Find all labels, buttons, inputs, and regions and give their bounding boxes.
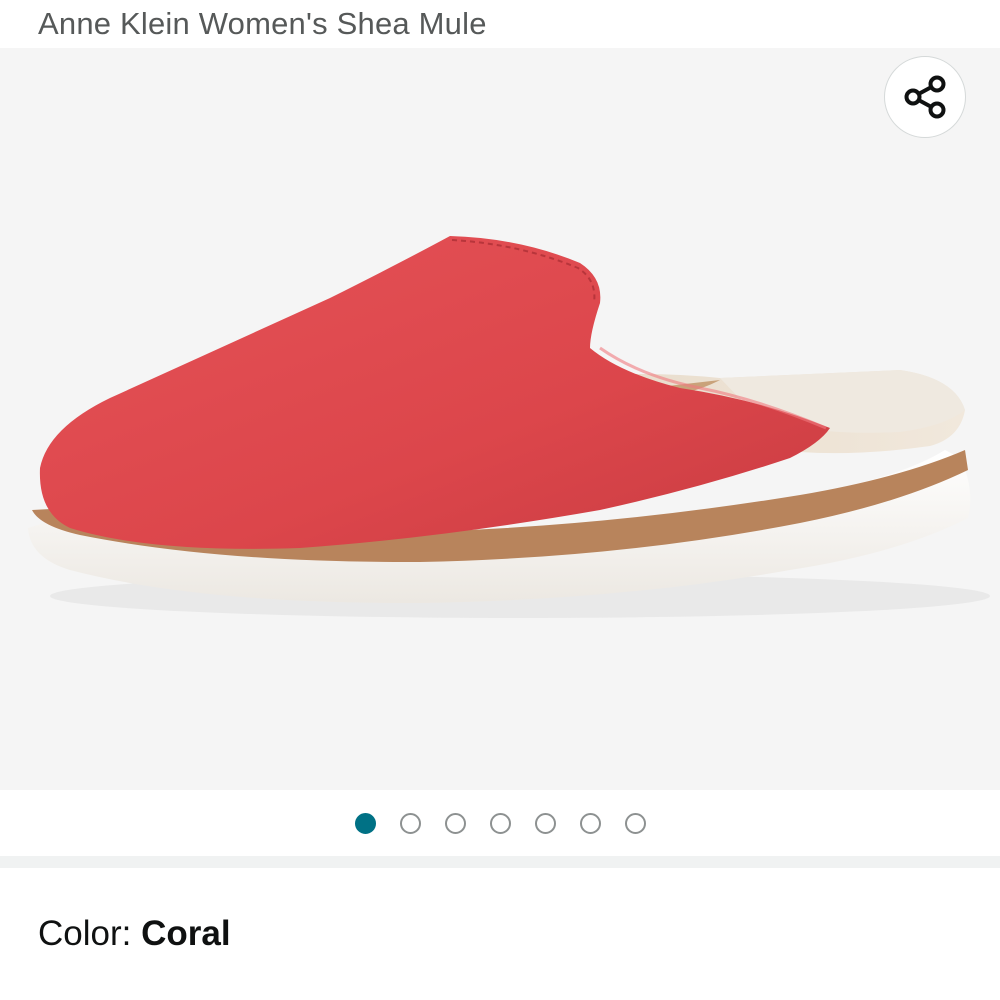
pagination-dot[interactable] <box>444 812 466 834</box>
pagination-dot[interactable] <box>534 812 556 834</box>
color-label: Color: <box>38 914 142 953</box>
pagination-dot[interactable] <box>399 812 421 834</box>
product-image[interactable] <box>0 48 1000 790</box>
pagination-dot[interactable] <box>489 812 511 834</box>
pagination-dot[interactable] <box>579 812 601 834</box>
share-button[interactable] <box>884 56 966 138</box>
color-selection: Color: Coral <box>38 914 231 954</box>
color-value: Coral <box>141 914 231 953</box>
pagination-dot[interactable] <box>624 812 646 834</box>
product-image-gallery[interactable] <box>0 48 1000 790</box>
image-pagination <box>0 808 1000 838</box>
section-divider <box>0 856 1000 868</box>
share-icon <box>904 75 946 119</box>
product-page: Anne Klein Women's Shea Mule Color: Cora… <box>0 0 1000 1000</box>
product-title: Anne Klein Women's Shea Mule <box>38 6 487 41</box>
pagination-dot[interactable] <box>354 812 376 834</box>
